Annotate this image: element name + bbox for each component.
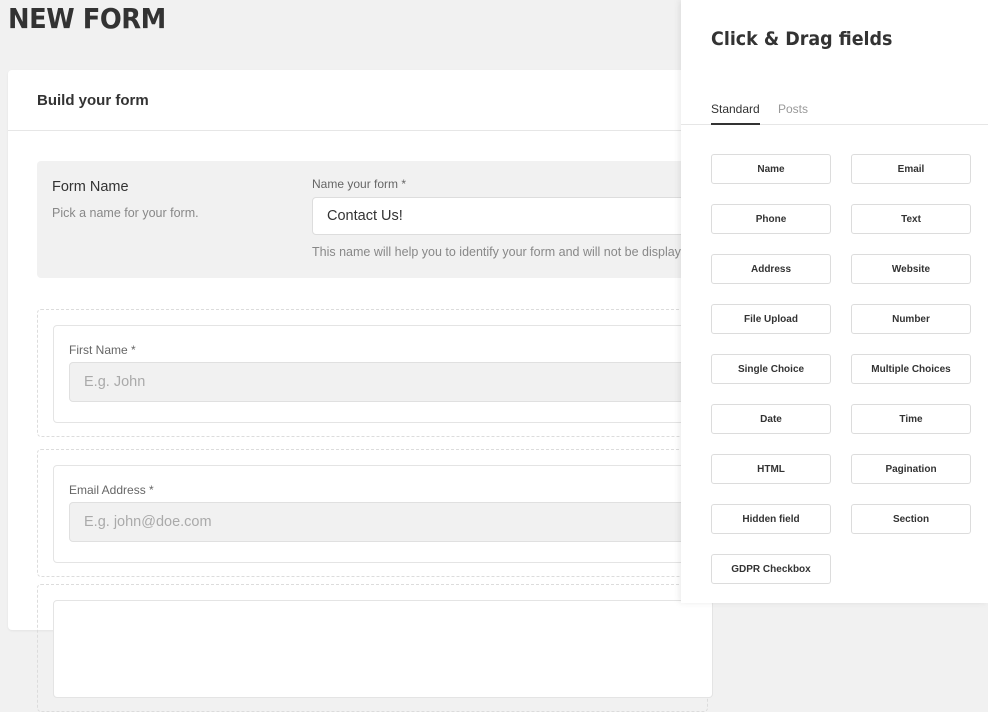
first-name-label: First Name * [69,343,136,357]
form-name-field-label: Name your form * [312,177,407,191]
field-next[interactable] [53,600,713,698]
tab-posts[interactable]: Posts [778,102,808,123]
field-type-section[interactable]: Section [851,504,971,534]
form-name-section: Form Name Pick a name for your form. Nam… [37,161,732,278]
field-type-text[interactable]: Text [851,204,971,234]
field-dropzone-next[interactable] [37,584,713,712]
form-name-description: Pick a name for your form. [52,206,199,220]
email-address-label: Email Address * [69,483,154,497]
field-type-email[interactable]: Email [851,154,971,184]
panel-title: Click & Drag fields [711,28,893,50]
field-type-name[interactable]: Name [711,154,831,184]
field-type-phone[interactable]: Phone [711,204,831,234]
field-type-pagination[interactable]: Pagination [851,454,971,484]
email-address-input[interactable] [69,502,709,542]
field-email-address[interactable]: Email Address * [53,465,713,563]
form-builder-card: Build your form Form Name Pick a name fo… [8,70,732,712]
field-type-multiple-choices[interactable]: Multiple Choices [851,354,971,384]
form-name-help: This name will help you to identify your… [312,245,695,259]
field-type-gdpr-checkbox[interactable]: GDPR Checkbox [711,554,831,584]
form-name-input[interactable] [312,197,732,235]
field-type-file-upload[interactable]: File Upload [711,304,831,334]
field-type-number[interactable]: Number [851,304,971,334]
field-type-website[interactable]: Website [851,254,971,284]
field-type-single-choice[interactable]: Single Choice [711,354,831,384]
form-name-label: Form Name [52,179,129,195]
field-type-time[interactable]: Time [851,404,971,434]
page-title: NEW FORM [8,2,166,35]
first-name-input[interactable] [69,362,709,402]
field-first-name[interactable]: First Name * [53,325,713,423]
field-type-address[interactable]: Address [711,254,831,284]
field-dropzone-first-name[interactable]: First Name * [37,309,713,437]
field-type-hidden-field[interactable]: Hidden field [711,504,831,534]
card-header: Build your form [8,70,708,131]
fields-panel: Click & Drag fields Standard Posts Name … [681,0,988,603]
tab-standard[interactable]: Standard [711,102,760,125]
card-title: Build your form [37,91,149,109]
field-type-html[interactable]: HTML [711,454,831,484]
panel-tabs: Standard Posts [681,94,988,125]
field-dropzone-email[interactable]: Email Address * [37,449,713,577]
field-type-date[interactable]: Date [711,404,831,434]
